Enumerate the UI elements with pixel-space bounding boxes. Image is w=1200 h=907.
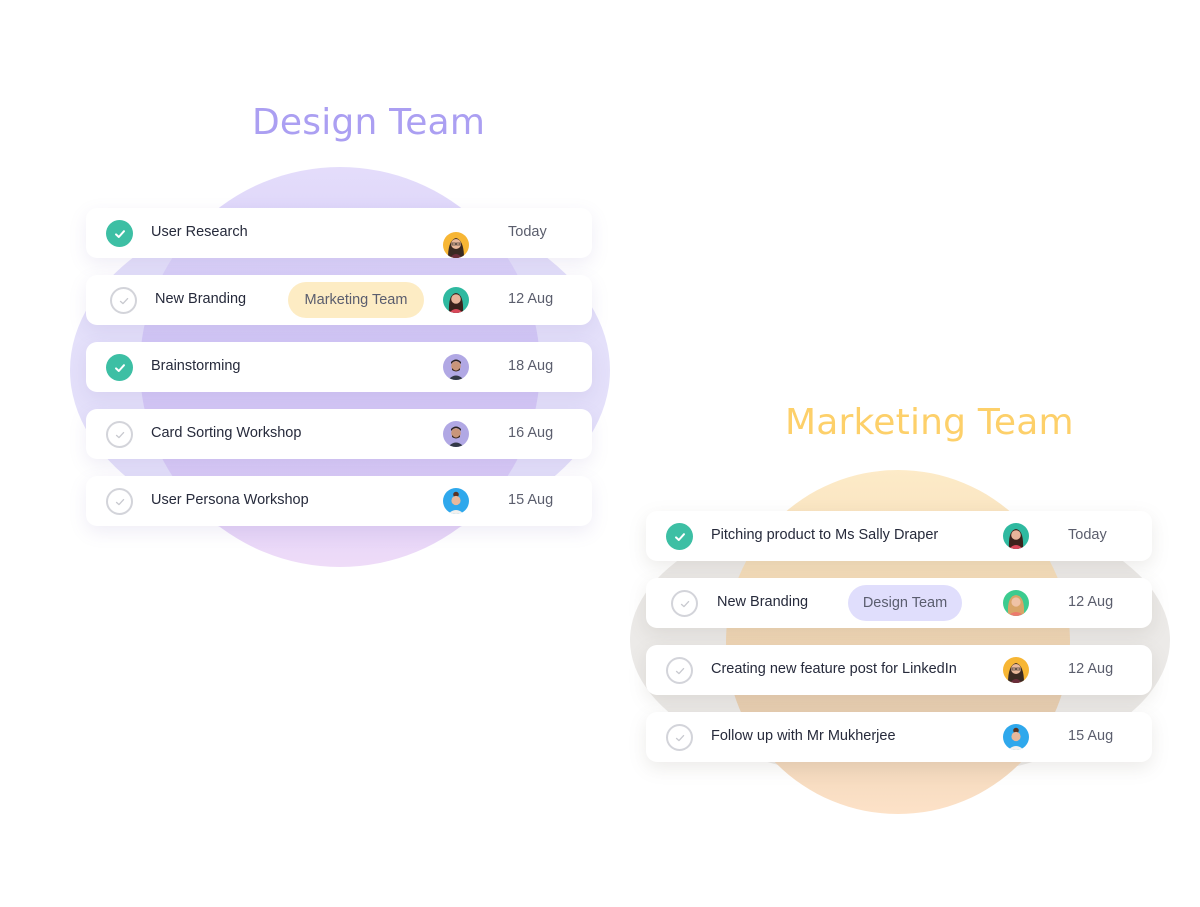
task-name: User Persona Workshop bbox=[151, 492, 309, 508]
task-checkbox-unchecked[interactable] bbox=[110, 287, 137, 314]
avatar-woman-blonde-green-icon bbox=[1003, 590, 1029, 616]
task-row[interactable]: New Branding Design Team 12 Aug bbox=[646, 578, 1152, 628]
team-tag-pill[interactable]: Marketing Team bbox=[288, 282, 424, 318]
avatar-man-beard-lavender-icon bbox=[443, 421, 469, 447]
checkmark-icon bbox=[675, 734, 684, 741]
task-name: User Research bbox=[151, 224, 248, 240]
task-checkbox-checked[interactable] bbox=[106, 354, 133, 381]
due-date: 12 Aug bbox=[508, 291, 554, 307]
due-date: 18 Aug bbox=[508, 358, 554, 374]
avatar-woman-teal-icon bbox=[443, 287, 469, 313]
assignee-avatar[interactable] bbox=[443, 421, 469, 447]
task-row[interactable]: New Branding Marketing Team 12 Aug bbox=[86, 275, 592, 325]
due-date: 15 Aug bbox=[1068, 728, 1114, 744]
task-row[interactable]: Follow up with Mr Mukherjee 15 Aug bbox=[646, 712, 1152, 762]
avatar-woman-glasses-yellow-icon bbox=[1003, 657, 1029, 683]
due-date: 16 Aug bbox=[508, 425, 554, 441]
assignee-avatar[interactable] bbox=[443, 354, 469, 380]
design-team-title: Design Team bbox=[252, 102, 486, 143]
task-checkbox-unchecked[interactable] bbox=[666, 657, 693, 684]
task-checkbox-unchecked[interactable] bbox=[106, 488, 133, 515]
due-date: 15 Aug bbox=[508, 492, 554, 508]
task-checkbox-unchecked[interactable] bbox=[671, 590, 698, 617]
task-row[interactable]: Brainstorming 18 Aug bbox=[86, 342, 592, 392]
assignee-avatar[interactable] bbox=[443, 232, 469, 258]
checkmark-icon bbox=[119, 297, 128, 304]
task-name: Card Sorting Workshop bbox=[151, 425, 302, 441]
assignee-avatar[interactable] bbox=[443, 488, 469, 514]
task-name: New Branding bbox=[155, 291, 247, 307]
task-checkbox-unchecked[interactable] bbox=[666, 724, 693, 751]
assignee-avatar[interactable] bbox=[1003, 724, 1029, 750]
task-row[interactable]: Card Sorting Workshop 16 Aug bbox=[86, 409, 592, 459]
due-date: Today bbox=[508, 224, 547, 240]
task-name: Pitching product to Ms Sally Draper bbox=[711, 527, 939, 543]
checkmark-icon bbox=[114, 363, 125, 372]
due-date: 12 Aug bbox=[1068, 594, 1114, 610]
task-row[interactable]: Pitching product to Ms Sally Draper Toda… bbox=[646, 511, 1152, 561]
assignee-avatar[interactable] bbox=[1003, 523, 1029, 549]
avatar-woman-blue-icon bbox=[443, 488, 469, 514]
avatar-woman-glasses-yellow-icon bbox=[443, 232, 469, 258]
design-team-task-list: User Research Today New Branding Marketi… bbox=[86, 208, 592, 543]
due-date: 12 Aug bbox=[1068, 661, 1114, 677]
task-name: Follow up with Mr Mukherjee bbox=[711, 728, 896, 744]
checkmark-icon bbox=[675, 667, 684, 674]
assignee-avatar[interactable] bbox=[1003, 590, 1029, 616]
task-row[interactable]: Creating new feature post for LinkedIn 1… bbox=[646, 645, 1152, 695]
assignee-avatar[interactable] bbox=[443, 287, 469, 313]
task-name: New Branding bbox=[717, 594, 809, 610]
task-row[interactable]: User Persona Workshop 15 Aug bbox=[86, 476, 592, 526]
checkmark-icon bbox=[115, 431, 124, 438]
marketing-team-title: Marketing Team bbox=[785, 402, 1074, 443]
task-checkbox-checked[interactable] bbox=[666, 523, 693, 550]
task-name: Brainstorming bbox=[151, 358, 241, 374]
marketing-team-task-list: Pitching product to Ms Sally Draper Toda… bbox=[646, 511, 1152, 779]
task-name: Creating new feature post for LinkedIn bbox=[711, 661, 957, 677]
avatar-woman-blue-icon bbox=[1003, 724, 1029, 750]
due-date: Today bbox=[1068, 527, 1107, 543]
avatar-man-beard-lavender-icon bbox=[443, 354, 469, 380]
team-tag-pill[interactable]: Design Team bbox=[848, 585, 962, 621]
checkmark-icon bbox=[115, 498, 124, 505]
checkmark-icon bbox=[114, 229, 125, 238]
task-checkbox-unchecked[interactable] bbox=[106, 421, 133, 448]
checkmark-icon bbox=[674, 532, 685, 541]
assignee-avatar[interactable] bbox=[1003, 657, 1029, 683]
task-row[interactable]: User Research Today bbox=[86, 208, 592, 258]
task-checkbox-checked[interactable] bbox=[106, 220, 133, 247]
avatar-woman-teal-icon bbox=[1003, 523, 1029, 549]
checkmark-icon bbox=[680, 600, 689, 607]
